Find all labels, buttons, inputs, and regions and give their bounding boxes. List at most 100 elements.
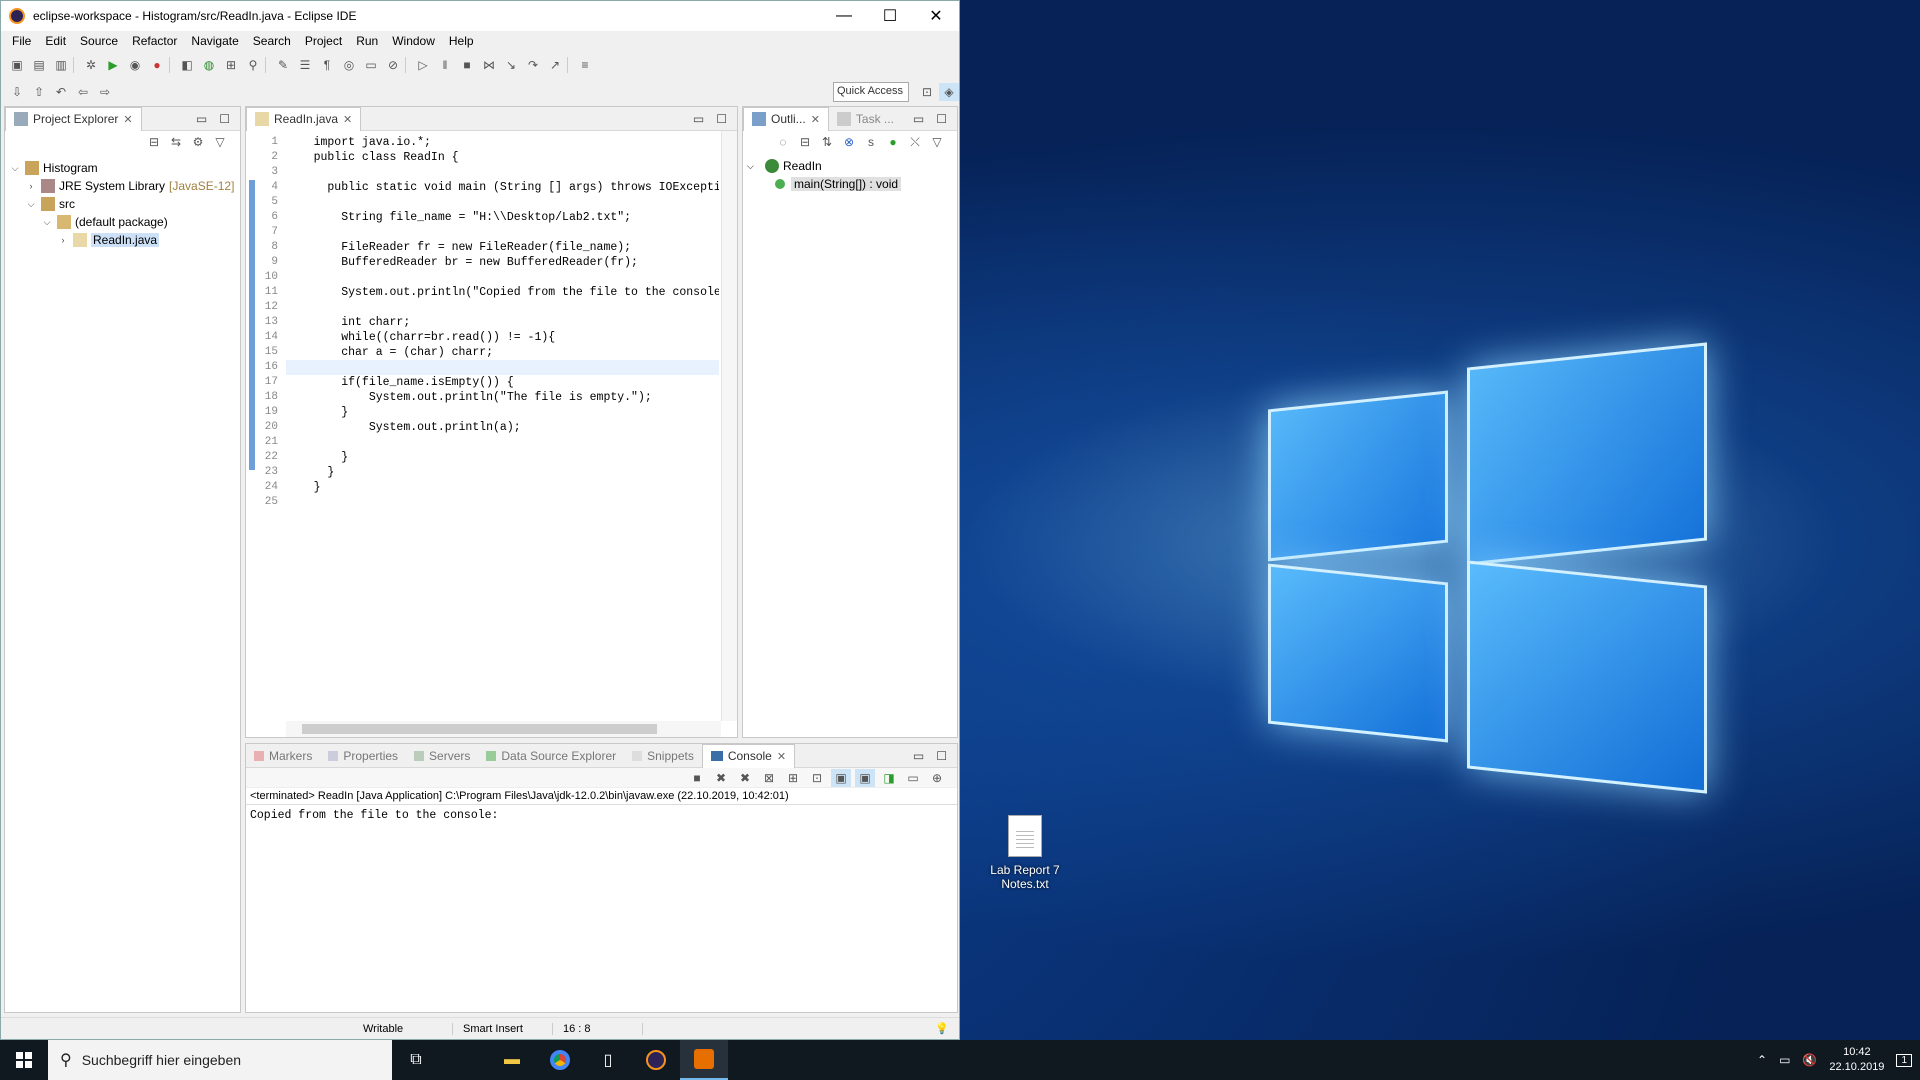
code-line[interactable]: while((charr=br.read()) != -1){ — [286, 330, 719, 345]
toggle-breadcrumb-icon[interactable]: ☰ — [295, 56, 315, 74]
code-line[interactable] — [286, 435, 719, 450]
code-line[interactable] — [286, 360, 719, 375]
word-wrap-icon[interactable]: ⊡ — [807, 769, 827, 787]
view-menu-icon[interactable]: ▽ — [927, 133, 947, 151]
code-line[interactable]: } — [286, 405, 719, 420]
menu-file[interactable]: File — [5, 34, 38, 48]
focus-icon[interactable]: ◌ — [773, 133, 793, 151]
suspend-icon[interactable]: ‖ — [435, 56, 455, 74]
chevron-down-icon[interactable]: ⌵ — [747, 161, 761, 172]
tree-item-src[interactable]: ⌵ src — [9, 195, 236, 213]
hide-static-icon[interactable]: s — [861, 133, 881, 151]
scrollbar-thumb[interactable] — [302, 724, 657, 734]
open-console-icon[interactable]: ⊕ — [927, 769, 947, 787]
close-icon[interactable]: ✕ — [123, 113, 132, 126]
vertical-scrollbar[interactable] — [721, 131, 737, 721]
notification-icon[interactable]: 1 — [1896, 1053, 1912, 1067]
terminate-icon[interactable]: ■ — [687, 769, 707, 787]
coverage-icon[interactable]: ◉ — [125, 56, 145, 74]
tab-properties[interactable]: Properties — [320, 744, 406, 768]
minimize-view-icon[interactable]: ▭ — [913, 112, 924, 126]
close-icon[interactable]: ✕ — [343, 113, 352, 126]
web-browser-icon[interactable]: ◎ — [339, 56, 359, 74]
menu-window[interactable]: Window — [385, 34, 442, 48]
save-icon[interactable]: ▤ — [29, 56, 49, 74]
debug-icon[interactable]: ✲ — [81, 56, 101, 74]
menu-navigate[interactable]: Navigate — [184, 34, 245, 48]
new-class-icon[interactable]: ◍ — [199, 56, 219, 74]
code-line[interactable] — [286, 225, 719, 240]
use-step-filters-icon[interactable]: ≡ — [575, 56, 595, 74]
back-icon[interactable]: ⇦ — [73, 83, 93, 101]
quick-access-input[interactable]: Quick Access — [833, 81, 909, 102]
file-explorer-icon[interactable]: ▬ — [488, 1040, 536, 1080]
outline-item-class[interactable]: ⌵ ReadIn — [747, 157, 953, 175]
link-editor-icon[interactable]: ⇆ — [166, 133, 186, 151]
show-whitespace-icon[interactable]: ¶ — [317, 56, 337, 74]
code-line[interactable] — [286, 270, 719, 285]
code-line[interactable]: } — [286, 465, 719, 480]
save-all-icon[interactable]: ▥ — [51, 56, 71, 74]
code-line[interactable]: import java.io.*; — [286, 135, 719, 150]
code-editor[interactable]: 1 2 3 4 5 6 7 8 9 10 11 12 13 14 15 16 17 18 19 20 21 22 23 24 2… — [246, 131, 737, 721]
resume-icon[interactable]: ▷ — [413, 56, 433, 74]
remove-all-launches-icon[interactable]: ✖ — [735, 769, 755, 787]
chevron-down-icon[interactable]: ⌵ — [41, 217, 53, 228]
terminal-icon[interactable]: ▭ — [361, 56, 381, 74]
search-icon[interactable]: ⚲ — [243, 56, 263, 74]
tree-item-histogram[interactable]: ⌵ Histogram — [9, 159, 236, 177]
display-console-icon[interactable]: ▭ — [903, 769, 923, 787]
maximize-view-icon[interactable]: ☐ — [219, 112, 230, 126]
desktop-file-icon[interactable]: Lab Report 7 Notes.txt — [985, 815, 1065, 891]
view-menu-icon[interactable]: ▽ — [210, 133, 230, 151]
hide-fields-icon[interactable]: ⊗ — [839, 133, 859, 151]
menu-source[interactable]: Source — [73, 34, 125, 48]
code-line[interactable]: System.out.println(a); — [286, 420, 719, 435]
minimize-view-icon[interactable]: ▭ — [913, 749, 924, 763]
new-java-project-icon[interactable]: ◧ — [177, 56, 197, 74]
tree-item-jre[interactable]: › JRE System Library [JavaSE-12] — [9, 177, 236, 195]
code-line[interactable]: char a = (char) charr; — [286, 345, 719, 360]
forward-icon[interactable]: ⇨ — [95, 83, 115, 101]
eclipse-taskbar-icon[interactable] — [632, 1040, 680, 1080]
open-type-icon[interactable]: ⊞ — [221, 56, 241, 74]
maximize-button[interactable]: ☐ — [867, 1, 913, 31]
code-line[interactable] — [286, 195, 719, 210]
last-edit-icon[interactable]: ↶ — [51, 83, 71, 101]
chevron-up-icon[interactable]: ⌃ — [1757, 1053, 1767, 1067]
show-on-stdout-icon[interactable]: ▣ — [831, 768, 851, 787]
chrome-icon[interactable] — [536, 1040, 584, 1080]
horizontal-scrollbar[interactable] — [286, 721, 721, 737]
code-line[interactable] — [286, 495, 719, 510]
hide-local-types-icon[interactable]: ⤬ — [905, 133, 925, 151]
tab-readin-java[interactable]: ReadIn.java ✕ — [246, 106, 362, 131]
task-view-icon[interactable]: ⧉ — [392, 1040, 440, 1080]
previous-annotation-icon[interactable]: ⇧ — [29, 83, 49, 101]
source-code[interactable]: import java.io.*; public class ReadIn { … — [286, 135, 719, 510]
open-perspective-icon[interactable]: ⊡ — [917, 83, 937, 101]
code-line[interactable]: } — [286, 480, 719, 495]
close-icon[interactable]: ✕ — [777, 750, 786, 763]
lightbulb-icon[interactable]: 💡 — [925, 1022, 959, 1035]
network-icon[interactable]: ▭ — [1779, 1053, 1790, 1067]
external-tools-icon[interactable]: ● — [147, 56, 167, 74]
minimize-view-icon[interactable]: ▭ — [196, 112, 207, 126]
tab-outline[interactable]: Outli... ✕ — [743, 106, 829, 131]
next-annotation-icon[interactable]: ⇩ — [7, 83, 27, 101]
tab-task-list[interactable]: Task ... — [829, 107, 902, 131]
code-line[interactable]: System.out.println("Copied from the file… — [286, 285, 719, 300]
tab-data-source-explorer[interactable]: Data Source Explorer — [478, 744, 624, 768]
remove-launch-icon[interactable]: ✖ — [711, 769, 731, 787]
outline-item-method[interactable]: main(String[]) : void — [747, 175, 953, 193]
terminate-icon[interactable]: ■ — [457, 56, 477, 74]
code-line[interactable]: String file_name = "H:\\Desktop/Lab2.txt… — [286, 210, 719, 225]
sort-icon[interactable]: ⇅ — [817, 133, 837, 151]
volume-muted-icon[interactable]: 🔇 — [1802, 1053, 1817, 1067]
chevron-right-icon[interactable]: › — [57, 235, 69, 245]
tab-servers[interactable]: Servers — [406, 744, 478, 768]
code-line[interactable]: int charr; — [286, 315, 719, 330]
menu-edit[interactable]: Edit — [38, 34, 73, 48]
tree-item-default-package[interactable]: ⌵ (default package) — [9, 213, 236, 231]
new-icon[interactable]: ▣ — [7, 56, 27, 74]
menu-run[interactable]: Run — [349, 34, 385, 48]
